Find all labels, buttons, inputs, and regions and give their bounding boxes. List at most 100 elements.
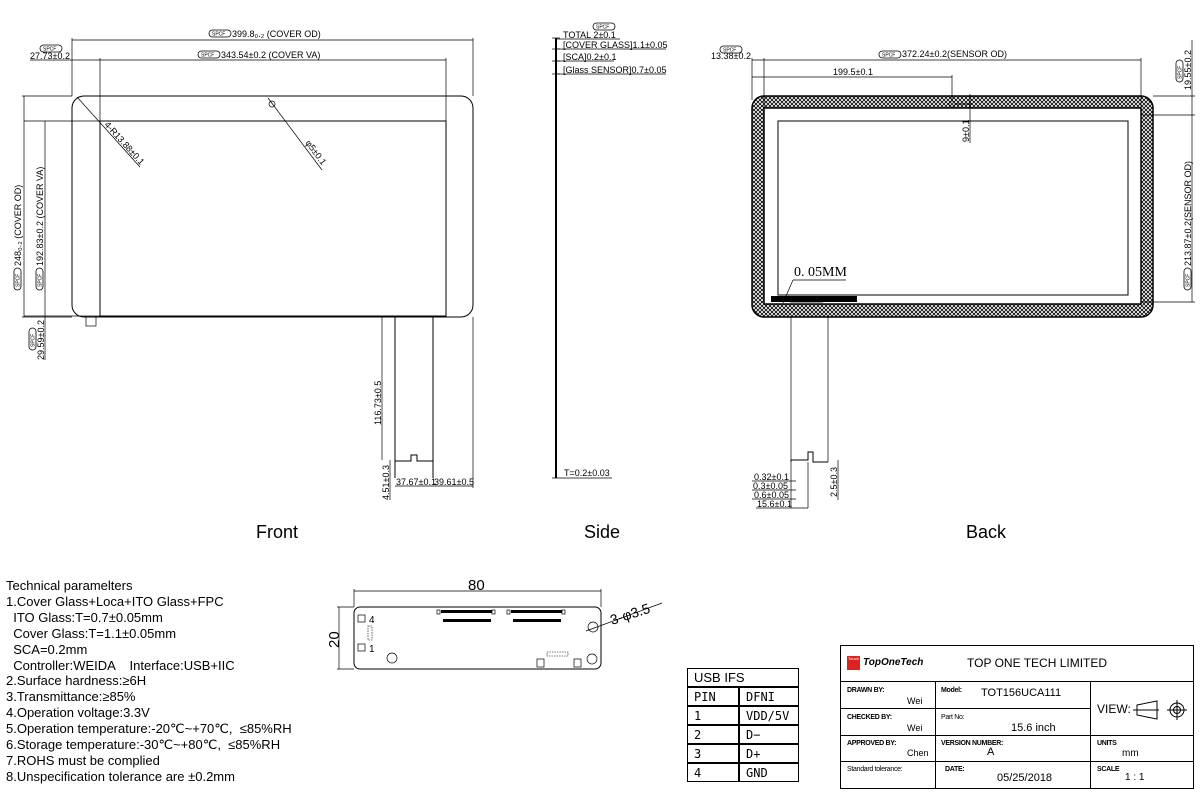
checked-by-value: Wei — [907, 723, 923, 733]
pin-cell: 2 — [687, 725, 739, 744]
pin-1-label: 1 — [369, 644, 375, 655]
tech-line: 2.Surface hardness:≥6H — [6, 673, 147, 689]
dim-corner-radius: 4-R13.88±0.1 — [103, 120, 147, 167]
signal-cell: VDD/5V — [739, 706, 799, 725]
dim-fpc-d: 15.6±0.1 — [757, 499, 792, 509]
spec-tag: SPCF — [197, 50, 221, 59]
tech-line: 1.Cover Glass+Loca+ITO Glass+FPC — [6, 593, 224, 609]
usb-table-title: USB IFS — [687, 668, 799, 687]
dim-cover-od-width: 399.8₀.₂ (COVER OD) — [232, 29, 321, 39]
dim-hole: φ5±0.1 — [303, 138, 328, 167]
projection-symbol-icon — [1133, 700, 1187, 720]
controller-board: 80 20 4 1 3-φ3.5 — [326, 577, 663, 670]
drawn-by-label: DRAWN BY: — [847, 687, 885, 694]
units-value: mm — [1122, 748, 1139, 759]
side-view: SPCF TOTAL 2±0.1 [COVER GLASS]1.1±0.05 [… — [552, 22, 668, 542]
table-row: 1 VDD/5V — [687, 706, 799, 725]
table-header-row: PIN DFNI — [687, 687, 799, 706]
part-value: 15.6 inch — [1011, 722, 1056, 734]
dim-back-left-offset: 13.38±0.2 — [711, 51, 751, 61]
tech-line: ITO Glass:T=0.7±0.05mm — [6, 609, 163, 625]
dim-cover-va-height: 192.83±0.2 (COVER VA) — [35, 167, 45, 266]
tech-title: Technical paramelters — [6, 578, 133, 593]
pin-4-label: 4 — [369, 615, 375, 626]
tech-line: 6.Storage temperature:-30℃~+80℃, ≤85%RH — [6, 737, 281, 753]
title-header: Touch TopOneTech TOP ONE TECH LIMITED — [841, 646, 1193, 682]
pin-cell: 4 — [687, 763, 739, 782]
pin-cell: 1 — [687, 706, 739, 725]
tech-line: 5.Operation temperature:-20℃~+70℃, ≤85%R… — [6, 721, 292, 737]
dim-glass-sensor: [Glass SENSOR]0.7±0.05 — [563, 65, 666, 75]
date-label: DATE: — [945, 766, 965, 773]
table-row: 2 D− — [687, 725, 799, 744]
approved-by-value: Chen — [907, 748, 929, 758]
tech-line: Controller:WEIDA Interface:USB+IIC — [6, 657, 235, 673]
dim-fpc-length: 116.73±0.5 — [373, 381, 383, 425]
checked-by-label: CHECKED BY: — [847, 714, 892, 721]
dim-cover-od-height: 248₀.₂ (COVER OD) — [13, 185, 23, 266]
signal-cell: D− — [739, 725, 799, 744]
dim-left-offset: 27.73±0.2 — [30, 51, 70, 61]
model-value: TOT156UCA111 — [981, 687, 1062, 699]
tech-line: SCA=0.2mm — [6, 641, 88, 657]
dim-cover-glass: [COVER GLASS]1.1±0.05 — [563, 40, 668, 50]
dim-total: TOTAL 2±0.1 — [563, 30, 616, 40]
back-view: 0. 05MM SPCF 13.38±0.2 SPCF 372.24±0.2(S… — [711, 40, 1195, 542]
title-block: Touch TopOneTech TOP ONE TECH LIMITED DR… — [840, 645, 1194, 789]
dim-fpc-right: 39.61±0.5 — [434, 477, 474, 487]
scale-label: SCALE — [1097, 766, 1120, 773]
dim-cover-va-width: 343.54±0.2 (COVER VA) — [221, 50, 320, 60]
approved-by-label: APPROVED BY: — [847, 740, 897, 747]
dim-fpc-e: 2.5±0.3 — [829, 467, 839, 497]
usb-pin-table: USB IFS PIN DFNI 1 VDD/5V 2 D− 3 D+ 4 GND — [687, 668, 799, 782]
part-label: Part No: — [941, 714, 965, 721]
view-label: VIEW: — [1097, 702, 1131, 716]
dim-hole-position: 199.5±0.1 — [833, 67, 873, 77]
model-label: Model: — [941, 687, 962, 694]
table-row: 3 D+ — [687, 744, 799, 763]
dim-fpc-thickness: T=0.2±0.03 — [564, 468, 610, 478]
front-view: SPCF 399.8₀.₂ (COVER OD) SPCF 343.54±0.2… — [13, 29, 474, 542]
date-value: 05/25/2018 — [997, 772, 1053, 784]
dim-sensor-od-height: 213.87±0.2(SENSOR OD) — [1183, 161, 1193, 266]
tolerance-label: Standard tolerance: — [847, 766, 903, 773]
version-value: A — [987, 746, 995, 758]
dim-sca: [SCA]0.2±0.1 — [563, 52, 616, 62]
spec-tag: SPCF — [878, 50, 902, 59]
svg-text:SPCF: SPCF — [212, 32, 225, 38]
logo-icon: Touch — [847, 656, 860, 670]
scale-value: 1 : 1 — [1125, 772, 1145, 783]
dim-top-offset: 19.55±0.2 — [1183, 50, 1193, 90]
svg-text:SPCF: SPCF — [31, 334, 37, 347]
technical-parameters: Technical paramelters 1.Cover Glass+Loca… — [6, 578, 292, 785]
board-height-dim: 20 — [326, 631, 343, 648]
board-width-dim: 80 — [468, 577, 485, 594]
dim-bottom-offset: 29.59±0.2 — [36, 320, 46, 360]
units-label: UNITS — [1097, 740, 1117, 747]
table-row: 4 GND — [687, 763, 799, 782]
spec-tag: SPCF — [208, 29, 232, 38]
tech-line: 3.Transmittance:≥85% — [6, 689, 136, 705]
svg-text:SPCF: SPCF — [201, 53, 214, 59]
logo-text: TopOneTech — [863, 657, 924, 668]
dim-hole-depth: 9±0.1 — [961, 120, 971, 142]
svg-text:SPCF: SPCF — [1178, 66, 1184, 79]
back-view-label: Back — [966, 522, 1007, 542]
cover-va-outline — [99, 120, 447, 317]
dim-fpc-tail: 4.51±0.3 — [381, 465, 391, 500]
front-view-label: Front — [256, 522, 298, 542]
signal-cell: GND — [739, 763, 799, 782]
signal-cell: D+ — [739, 744, 799, 763]
tech-line: 4.Operation voltage:3.3V — [6, 705, 150, 721]
tech-line: Cover Glass:T=1.1±0.05mm — [6, 625, 177, 641]
cover-glass-outline — [71, 95, 474, 318]
tech-line: 7.ROHS must be complied — [6, 752, 160, 768]
svg-text:SPCF: SPCF — [16, 274, 22, 287]
pin-cell: 3 — [687, 744, 739, 763]
dim-sensor-od-width: 372.24±0.2(SENSOR OD) — [902, 49, 1007, 59]
board-outline — [353, 606, 602, 670]
side-view-label: Side — [584, 522, 620, 542]
svg-text:SPCF: SPCF — [882, 53, 895, 59]
svg-text:SPCF: SPCF — [1186, 274, 1192, 287]
drawn-by-value: Wei — [907, 696, 923, 706]
